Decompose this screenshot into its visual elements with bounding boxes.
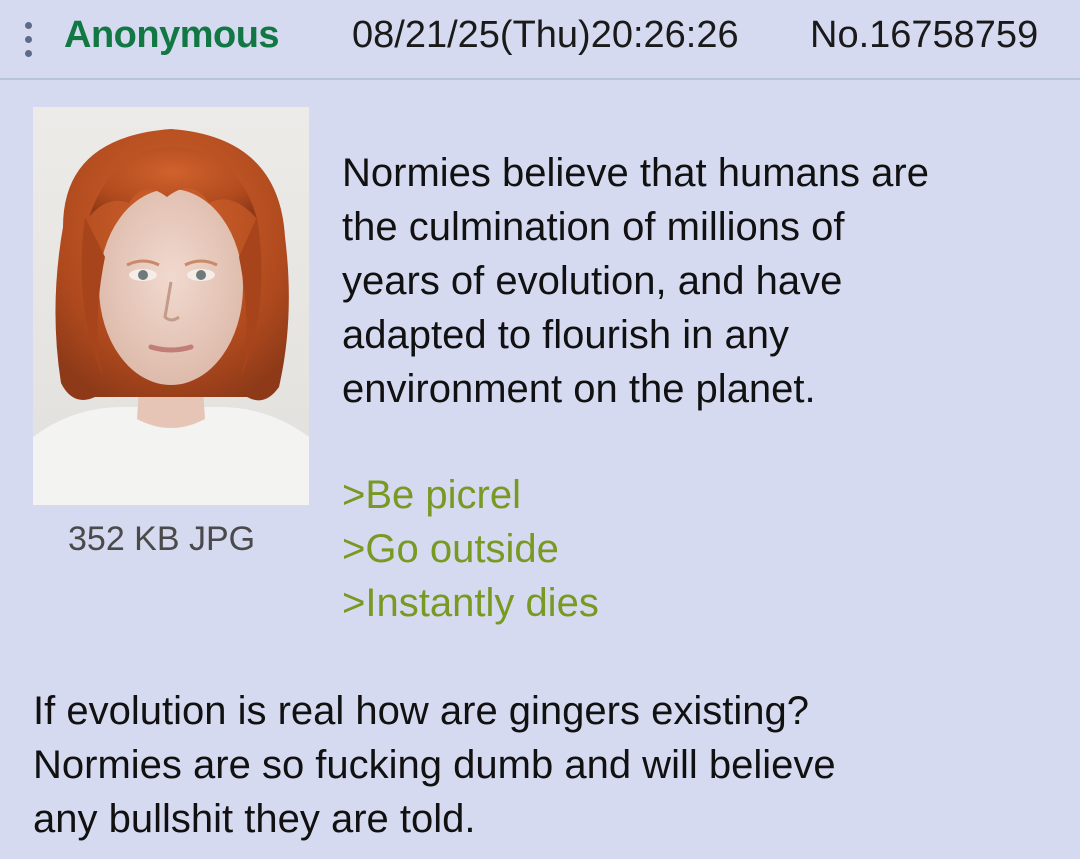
comment-line: adapted to flourish in any (342, 313, 789, 357)
greentext-block: >Be picrel >Go outside >Instantly dies (342, 468, 599, 630)
comment-line: the culmination of millions of (342, 205, 845, 249)
post-datetime: 08/21/25(Thu)20:26:26 (352, 14, 739, 56)
post-header: Anonymous 08/21/25(Thu)20:26:26 No.16758… (0, 0, 1080, 80)
kebab-menu-icon[interactable] (22, 20, 34, 58)
comment-line: Normies believe that humans are (342, 151, 929, 195)
comment-line: If evolution is real how are gingers exi… (33, 689, 809, 733)
comment-line: any bullshit they are told. (33, 797, 476, 841)
comment-line: years of evolution, and have (342, 259, 843, 303)
greentext-line: >Be picrel (342, 473, 521, 517)
greentext-line: >Go outside (342, 527, 559, 571)
comment-line: environment on the planet. (342, 367, 816, 411)
file-info: 352 KB JPG (68, 520, 256, 558)
post: Anonymous 08/21/25(Thu)20:26:26 No.16758… (0, 0, 1080, 859)
greentext-line: >Instantly dies (342, 581, 599, 625)
poster-name: Anonymous (64, 14, 280, 56)
comment-line: Normies are so fucking dumb and will bel… (33, 743, 836, 787)
comment-closing: If evolution is real how are gingers exi… (33, 684, 1053, 846)
attachment-thumbnail[interactable] (33, 107, 309, 505)
post-comment: Normies believe that humans are the culm… (342, 146, 1052, 416)
post-number[interactable]: No.16758759 (810, 14, 1038, 57)
